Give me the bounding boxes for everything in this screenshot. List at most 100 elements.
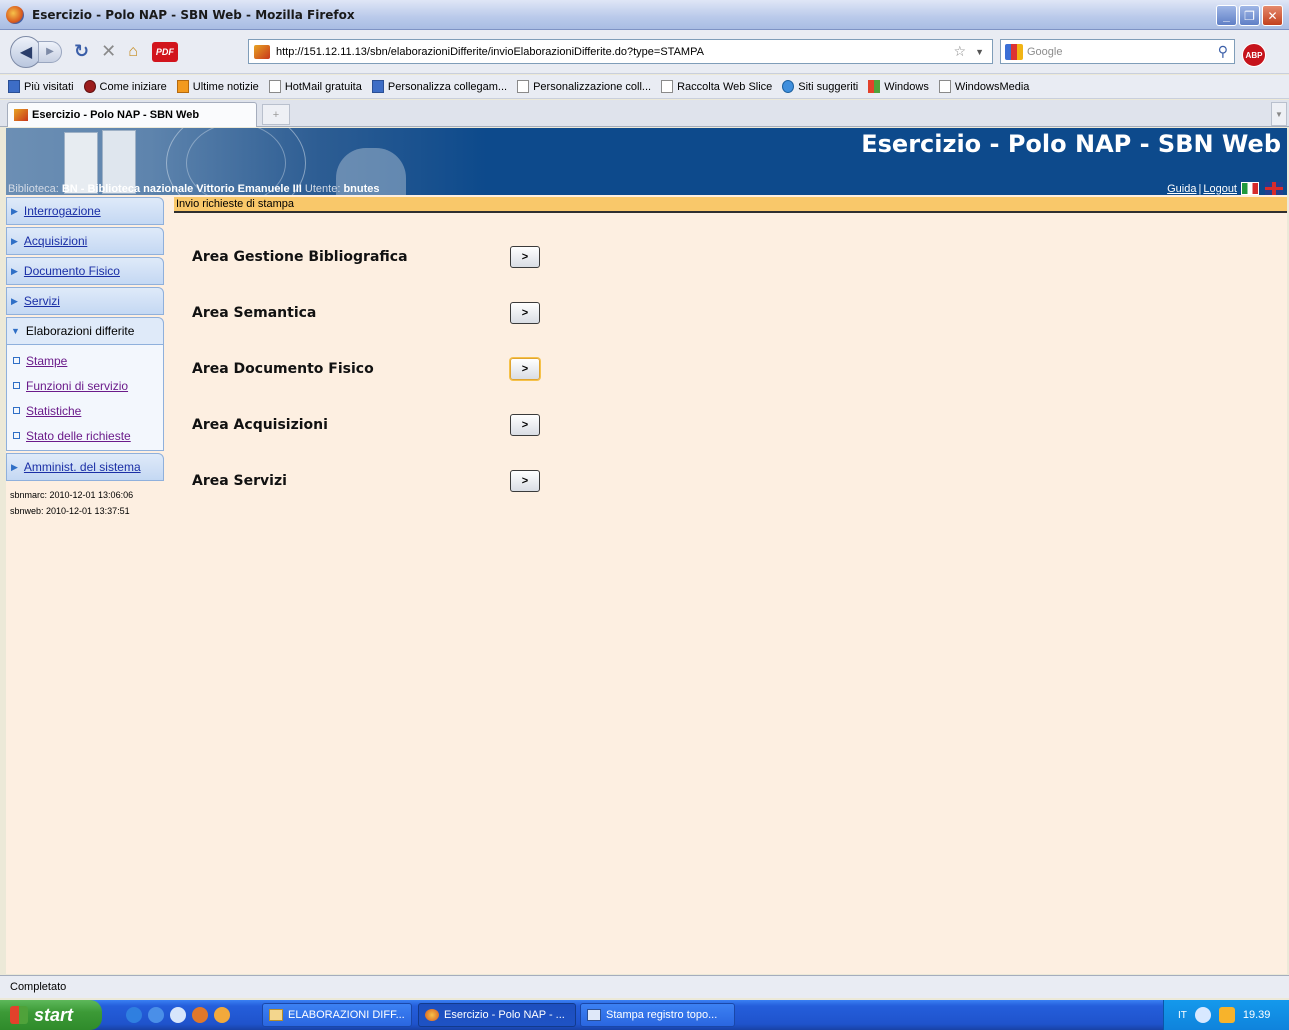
- windows-logo-icon: [10, 1006, 28, 1024]
- sidebar-subitem-stato-delle-richieste[interactable]: Stato delle richieste: [7, 423, 163, 448]
- area-row: Area Semantica >: [192, 301, 552, 325]
- pdf-button[interactable]: PDF: [151, 41, 178, 62]
- italian-flag-icon[interactable]: [1241, 182, 1259, 195]
- start-button[interactable]: start: [0, 1000, 102, 1030]
- guida-link[interactable]: Guida: [1167, 183, 1196, 195]
- site-favicon-icon: [254, 44, 270, 59]
- sidebar-item-elaborazioni-differite[interactable]: ▼ Elaborazioni differite: [6, 317, 164, 345]
- system-info: sbnmarc: 2010-12-01 13:06:06 sbnweb: 201…: [6, 487, 164, 519]
- sidebar-submenu: Stampe Funzioni di servizio Statistiche …: [6, 345, 164, 451]
- header-links: Guida | Logout: [1167, 182, 1283, 195]
- page-content: Esercizio - Polo NAP - SBN Web Bibliotec…: [6, 128, 1287, 974]
- sidebar-subitem-funzioni-di-servizio[interactable]: Funzioni di servizio: [7, 373, 163, 398]
- bookmark-item[interactable]: Personalizzazione coll...: [517, 80, 651, 93]
- word-document-icon: [587, 1009, 601, 1021]
- tray-expand-icon[interactable]: [1194, 1007, 1211, 1023]
- site-favicon-icon: [14, 109, 28, 121]
- firefox-icon: [425, 1009, 439, 1021]
- stop-icon[interactable]: ✕: [101, 41, 116, 62]
- bookmark-item[interactable]: WindowsMedia: [938, 80, 1029, 93]
- search-icon[interactable]: ⚲: [1218, 43, 1228, 60]
- bullet-square-icon: [13, 382, 20, 389]
- adblock-button[interactable]: ABP: [1242, 43, 1266, 67]
- bookmark-item[interactable]: Personalizza collegam...: [371, 80, 507, 93]
- area-gestione-bibliografica-button[interactable]: >: [510, 246, 540, 268]
- window-title: Esercizio - Polo NAP - SBN Web - Mozilla…: [32, 7, 355, 22]
- area-row: Area Gestione Bibliografica >: [192, 245, 552, 269]
- language-indicator[interactable]: IT: [1178, 1010, 1187, 1021]
- bookmark-star-icon[interactable]: ☆: [953, 43, 966, 60]
- expand-arrow-icon: ▶: [11, 461, 18, 472]
- area-documento-fisico-button[interactable]: >: [510, 358, 540, 380]
- media-player-icon[interactable]: [170, 1007, 186, 1023]
- windows-taskbar: start ELABORAZIONI DIFF... Esercizio - P…: [0, 1000, 1289, 1030]
- logout-link[interactable]: Logout: [1203, 183, 1237, 195]
- new-tab-button[interactable]: +: [262, 104, 290, 125]
- bookmark-item[interactable]: Più visitati: [8, 80, 74, 93]
- firefox-quicklaunch-icon[interactable]: [192, 1007, 208, 1023]
- bookmark-item[interactable]: Come iniziare: [83, 80, 167, 93]
- sidebar-subitem-stampe[interactable]: Stampe: [7, 348, 163, 373]
- msn-icon: [371, 80, 384, 93]
- ie-alt-quicklaunch-icon[interactable]: [148, 1007, 164, 1023]
- bookmark-item[interactable]: Ultime notizie: [176, 80, 259, 93]
- most-visited-icon: [8, 80, 20, 93]
- bullet-square-icon: [13, 357, 20, 364]
- ie-quicklaunch-icon[interactable]: [126, 1007, 142, 1023]
- ie-icon: [782, 80, 795, 93]
- area-semantica-button[interactable]: >: [510, 302, 540, 324]
- task-elaborazioni[interactable]: ELABORAZIONI DIFF...: [262, 1003, 412, 1027]
- bookmark-item[interactable]: Windows: [868, 80, 929, 93]
- tray-app-icon[interactable]: [1218, 1007, 1235, 1023]
- url-bar[interactable]: http://151.12.11.13/sbn/elaborazioniDiff…: [248, 39, 993, 64]
- restore-button[interactable]: ❐: [1239, 5, 1260, 26]
- tab-current[interactable]: Esercizio - Polo NAP - SBN Web: [7, 102, 257, 127]
- area-label: Area Semantica: [192, 305, 317, 321]
- page-title: Invio richieste di stampa: [174, 197, 1287, 213]
- area-servizi-button[interactable]: >: [510, 470, 540, 492]
- uk-flag-icon[interactable]: [1265, 182, 1283, 195]
- search-placeholder[interactable]: Google: [1027, 46, 1062, 58]
- sidebar-item-amministrazione[interactable]: ▶ Amminist. del sistema: [6, 453, 164, 481]
- sbnweb-timestamp: sbnweb: 2010-12-01 13:37:51: [10, 506, 130, 516]
- sidebar-item-interrogazione[interactable]: ▶ Interrogazione: [6, 197, 164, 225]
- url-dropdown-icon[interactable]: ▼: [975, 47, 984, 57]
- area-label: Area Servizi: [192, 473, 287, 489]
- sidebar-item-servizi[interactable]: ▶ Servizi: [6, 287, 164, 315]
- bookmark-item[interactable]: HotMail gratuita: [268, 80, 362, 93]
- minimize-button[interactable]: _: [1216, 5, 1237, 26]
- home-icon[interactable]: ⌂: [128, 43, 138, 61]
- area-label: Area Documento Fisico: [192, 361, 374, 377]
- sidebar-subitem-statistiche[interactable]: Statistiche: [7, 398, 163, 423]
- app-title: Esercizio - Polo NAP - SBN Web: [861, 130, 1281, 158]
- username: bnutes: [343, 183, 380, 195]
- bookmark-item[interactable]: Siti suggeriti: [782, 80, 858, 93]
- bookmark-item[interactable]: Raccolta Web Slice: [661, 80, 772, 93]
- expand-arrow-icon: ▶: [11, 265, 18, 276]
- sidebar-item-acquisizioni[interactable]: ▶ Acquisizioni: [6, 227, 164, 255]
- windows-icon: [868, 80, 881, 93]
- thunderbird-quicklaunch-icon[interactable]: [214, 1007, 230, 1023]
- bullet-square-icon: [13, 407, 20, 414]
- area-label: Area Acquisizioni: [192, 417, 328, 433]
- google-icon[interactable]: [1005, 43, 1023, 60]
- page-icon: [938, 80, 951, 93]
- expand-arrow-icon: ▶: [11, 295, 18, 306]
- sidebar-item-documento-fisico[interactable]: ▶ Documento Fisico: [6, 257, 164, 285]
- close-button[interactable]: ✕: [1262, 5, 1283, 26]
- tab-list-dropdown-icon[interactable]: ▼: [1271, 102, 1287, 126]
- task-stampa-registro[interactable]: Stampa registro topo...: [580, 1003, 735, 1027]
- area-label: Area Gestione Bibliografica: [192, 249, 408, 265]
- search-bar[interactable]: Google ⚲: [1000, 39, 1235, 64]
- reload-icon[interactable]: ↻: [74, 41, 89, 62]
- forward-button[interactable]: ▶: [38, 40, 62, 63]
- sbnmarc-timestamp: sbnmarc: 2010-12-01 13:06:06: [10, 490, 134, 500]
- task-firefox[interactable]: Esercizio - Polo NAP - ...: [418, 1003, 576, 1027]
- page-icon: [268, 80, 281, 93]
- url-text[interactable]: http://151.12.11.13/sbn/elaborazioniDiff…: [276, 46, 704, 58]
- area-acquisizioni-button[interactable]: >: [510, 414, 540, 436]
- status-bar: Completato: [0, 975, 1289, 998]
- system-tray: IT 19.39: [1163, 1000, 1289, 1030]
- page-icon: [661, 80, 674, 93]
- library-name: BN - Biblioteca nazionale Vittorio Emanu…: [61, 183, 302, 195]
